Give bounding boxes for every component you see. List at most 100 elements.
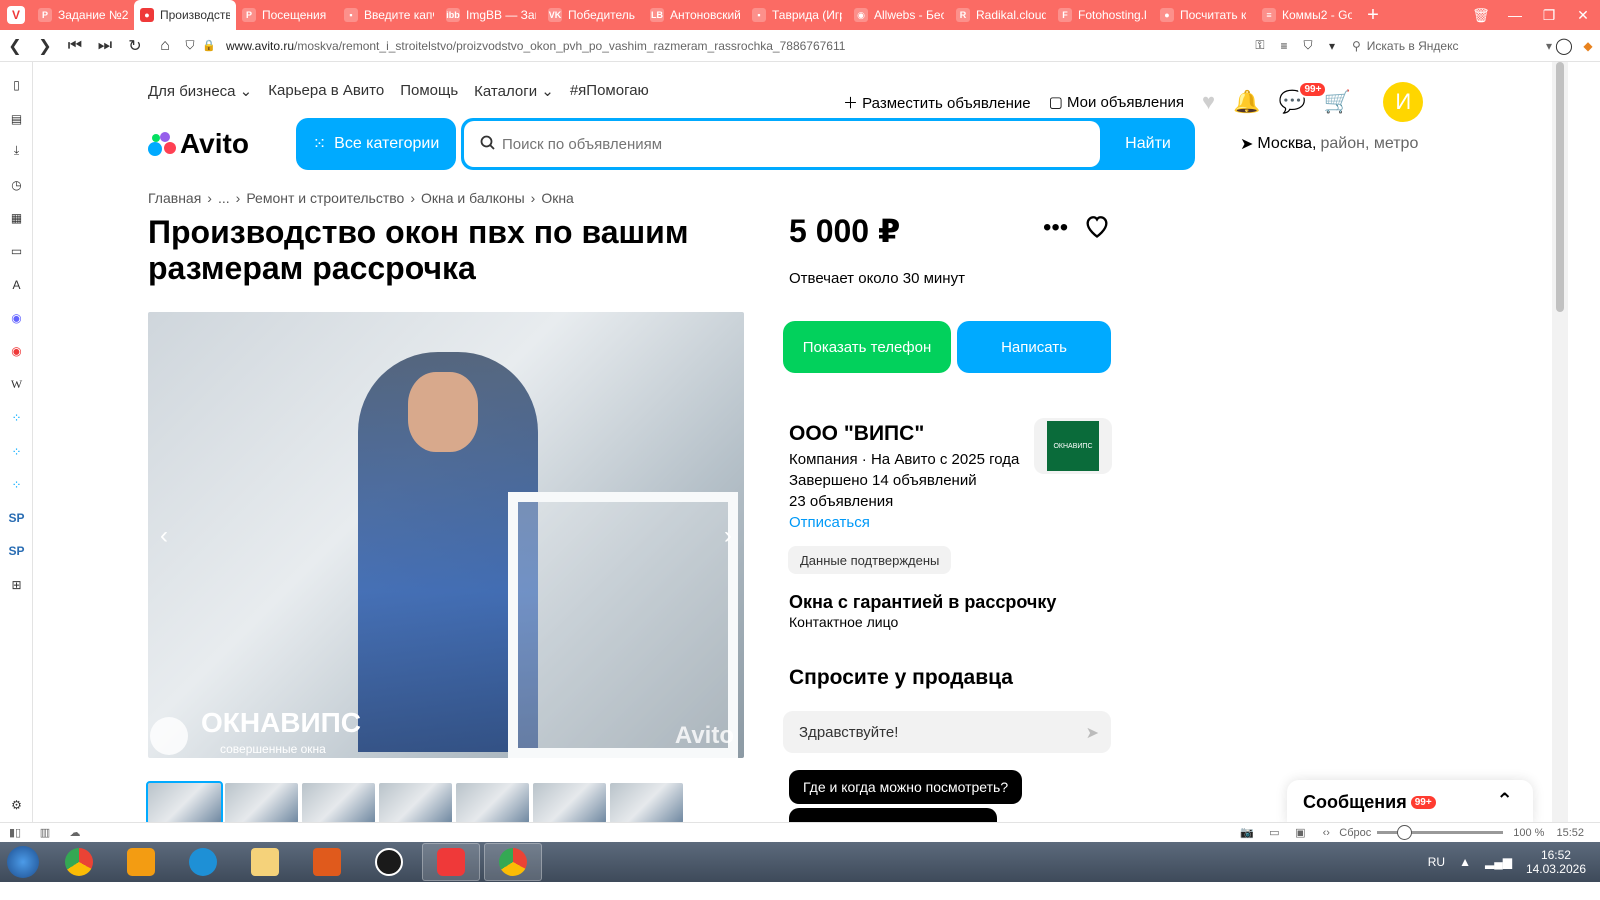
dropdown-icon[interactable]: ▾	[1320, 39, 1344, 53]
gallery-thumbnail[interactable]	[225, 783, 298, 822]
browser-tab[interactable]: VK Победитель	[542, 0, 644, 30]
gallery-thumbnail[interactable]	[379, 783, 452, 822]
top-nav-link[interactable]: #яПомогаю	[570, 82, 649, 100]
cart-icon[interactable]: 🛒	[1324, 89, 1351, 115]
browser-tab[interactable]: ibb ImgBB — Загр	[440, 0, 542, 30]
reading-list-icon[interactable]: ▤	[8, 110, 25, 127]
top-nav-link[interactable]: Для бизнеса ⌄	[148, 82, 252, 100]
quick-question-button[interactable]: Где и когда можно посмотреть?	[789, 770, 1023, 804]
search-button[interactable]: Найти	[1101, 118, 1195, 170]
seller-ads-count[interactable]: 23 объявления	[789, 493, 893, 510]
panel-toggle-icon[interactable]: ▮▯	[0, 826, 30, 839]
ie-taskbar-icon[interactable]	[174, 843, 232, 881]
signal-icon[interactable]: ▂▄▆	[1485, 855, 1512, 869]
chevron-up-icon[interactable]: ⌃	[1496, 788, 1513, 813]
breadcrumb-item[interactable]: Окна	[541, 190, 574, 206]
ask-seller-input[interactable]: Здравствуйте! ➤	[783, 711, 1111, 753]
messages-icon[interactable]: 💬 99+	[1278, 81, 1328, 115]
settings-icon[interactable]: ⚙	[8, 796, 25, 813]
office-taskbar-icon[interactable]	[298, 843, 356, 881]
extension-fox-icon[interactable]: ◆	[1576, 39, 1600, 53]
seller-logo[interactable]: ОКНАВИПС	[1034, 418, 1112, 474]
reload-icon[interactable]: ↻	[120, 31, 150, 61]
location-selector[interactable]: ➤ Москва, район, метро	[1240, 134, 1418, 154]
unsubscribe-link[interactable]: Отписаться	[789, 514, 870, 531]
show-phone-button[interactable]: Показать телефон	[783, 321, 951, 373]
url-field[interactable]: www.avito.ru/moskva/remont_i_stroitelstv…	[226, 39, 1248, 53]
more-options-icon[interactable]: •••	[1043, 214, 1068, 242]
reader-icon[interactable]: ≡	[1272, 39, 1296, 53]
bookmark-icon[interactable]: ⛉	[1296, 38, 1320, 53]
chrome-taskbar-icon[interactable]	[50, 843, 108, 881]
language-indicator[interactable]: RU	[1428, 855, 1445, 869]
vivaldi-taskbar-icon[interactable]	[422, 843, 480, 881]
rewind-icon[interactable]: ⏮	[60, 31, 90, 61]
my-ads-link[interactable]: ▢ Мои объявления	[1049, 93, 1184, 111]
minimize-icon[interactable]: —	[1498, 0, 1532, 30]
zoom-reset[interactable]: Сброс	[1339, 827, 1371, 839]
browser-tab[interactable]: ▪ Таврида (Игр	[746, 0, 848, 30]
close-icon[interactable]: ✕	[1566, 0, 1600, 30]
photo-gallery[interactable]: ‹ › ОКНАВИПС совершенные окна Avito	[148, 312, 744, 758]
maximize-icon[interactable]: ❐	[1532, 0, 1566, 30]
explorer-taskbar-icon[interactable]	[236, 843, 294, 881]
browser-tab[interactable]: P Задание №2	[32, 0, 134, 30]
send-icon[interactable]: ➤	[1086, 723, 1099, 743]
sp-panel-icon[interactable]: SP	[8, 509, 25, 526]
avito-panel-icon-2[interactable]: ⁘	[8, 443, 25, 460]
tile-icon[interactable]: ▥	[30, 826, 60, 839]
page-scrollbar[interactable]	[1552, 62, 1568, 822]
vivaldi-panel-icon[interactable]: ◉	[8, 342, 25, 359]
browser-tab[interactable]: R Radikal.cloud	[950, 0, 1052, 30]
avito-panel-icon[interactable]: ⁘	[8, 409, 25, 426]
write-message-button[interactable]: Написать	[957, 321, 1111, 373]
taskbar-clock[interactable]: 16:52 14.03.2026	[1526, 848, 1586, 876]
downloads-icon[interactable]: ⤓	[8, 142, 25, 159]
trash-icon[interactable]: 🗑	[1464, 0, 1498, 30]
search-input[interactable]	[464, 121, 1100, 167]
key-icon[interactable]: ⚿	[1248, 38, 1272, 53]
breadcrumb-item[interactable]: Главная	[148, 190, 201, 206]
sp-panel-icon-2[interactable]: SP	[8, 542, 25, 559]
home-icon[interactable]: ⌂	[150, 31, 180, 61]
gallery-thumbnail[interactable]	[456, 783, 529, 822]
scrollbar-thumb[interactable]	[1556, 62, 1564, 312]
zoom-knob[interactable]	[1397, 825, 1413, 840]
all-categories-button[interactable]: ⁙ Все категории	[296, 118, 456, 170]
avito-logo[interactable]: Avito	[148, 128, 249, 160]
gallery-thumbnail[interactable]	[610, 783, 683, 822]
notes-icon[interactable]: ▦	[8, 209, 25, 226]
browser-tab[interactable]: LB Антоновский	[644, 0, 746, 30]
breadcrumb-item[interactable]: Окна и балконы	[421, 190, 525, 206]
sync-cloud-icon[interactable]: ☁	[60, 826, 90, 839]
browser-tab[interactable]: ≡ Коммы2 - Go	[1256, 0, 1358, 30]
new-tab-icon[interactable]: +	[1358, 0, 1388, 30]
zoom-slider[interactable]	[1377, 825, 1504, 840]
vivaldi-menu-icon[interactable]: V	[0, 0, 32, 30]
shield-icon[interactable]: ⛉	[180, 31, 200, 61]
breadcrumb-item[interactable]: Ремонт и строительство	[246, 190, 404, 206]
browser-tab[interactable]: ▪ Введите капч	[338, 0, 440, 30]
window-panel-icon[interactable]: ▭	[8, 242, 25, 259]
profile-icon[interactable]: ◯	[1552, 36, 1576, 56]
gallery-thumbnail[interactable]	[533, 783, 606, 822]
chrome-user-taskbar-icon[interactable]	[484, 843, 542, 881]
hp-taskbar-icon[interactable]	[360, 843, 418, 881]
tray-expand-icon[interactable]: ▲	[1459, 855, 1471, 869]
browser-tab[interactable]: F Fotohosting.l	[1052, 0, 1154, 30]
gallery-thumbnail[interactable]	[146, 781, 223, 822]
history-icon[interactable]: ◷	[8, 176, 25, 193]
shop-name[interactable]: Окна с гарантией в рассрочку	[789, 592, 1056, 613]
gallery-thumbnail[interactable]	[302, 783, 375, 822]
image-icon[interactable]: ▣	[1287, 826, 1313, 839]
mastodon-icon[interactable]: ◉	[8, 309, 25, 326]
start-button[interactable]	[0, 843, 46, 881]
favorite-heart-icon[interactable]	[1083, 212, 1111, 240]
browser-tab[interactable]: ● Производство	[134, 0, 236, 30]
top-nav-link[interactable]: Карьера в Авито	[268, 82, 384, 100]
top-nav-link[interactable]: Каталоги ⌄	[474, 82, 554, 100]
forward-icon[interactable]: ❯	[30, 31, 60, 61]
quick-question-button-2[interactable]	[789, 808, 997, 822]
fast-forward-icon[interactable]: ⏭	[90, 31, 120, 61]
camera-icon[interactable]: 📷	[1233, 826, 1261, 839]
